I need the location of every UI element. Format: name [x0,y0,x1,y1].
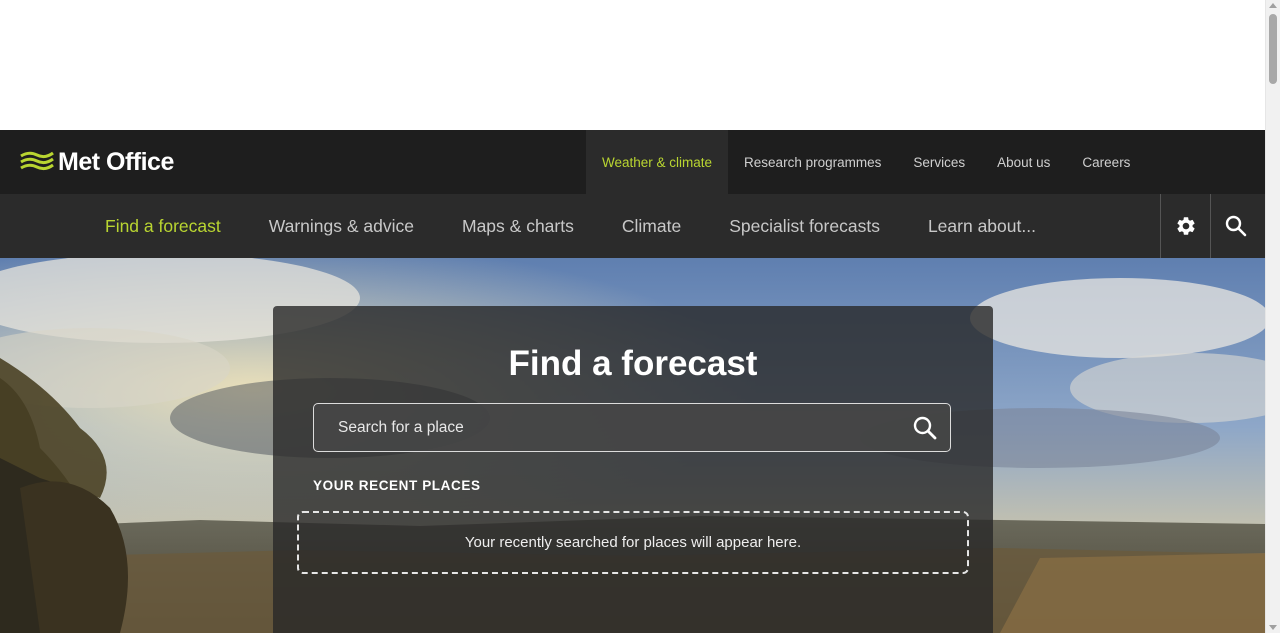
top-nav-weather-climate[interactable]: Weather & climate [586,130,729,194]
main-nav-warnings-advice[interactable]: Warnings & advice [245,194,438,258]
recent-places-heading: YOUR RECENT PLACES [313,478,481,493]
logo-text: Met Office [58,147,174,176]
page-scrollbar[interactable] [1265,0,1280,633]
search-placeholder: Search for a place [338,419,464,436]
main-nav-learn-about[interactable]: Learn about... [904,194,1060,258]
scroll-up-arrow-icon[interactable] [1269,3,1277,8]
scroll-down-arrow-icon[interactable] [1269,625,1277,630]
recent-places-empty-message: Your recently searched for places will a… [464,534,802,551]
main-nav: Find a forecast Warnings & advice Maps &… [0,194,1265,258]
top-header: Met Office Weather & climate Research pr… [0,130,1265,194]
recent-places-box: Your recently searched for places will a… [297,511,969,574]
main-nav-find-a-forecast[interactable]: Find a forecast [81,194,245,258]
place-search-input[interactable]: Search for a place [313,403,951,452]
main-nav-items: Find a forecast Warnings & advice Maps &… [81,194,1060,258]
logo-waves-icon [20,151,54,171]
scrollbar-thumb[interactable] [1269,14,1277,84]
search-button[interactable] [1210,194,1261,258]
search-icon [1225,215,1247,237]
top-nav-research-programmes[interactable]: Research programmes [728,130,897,194]
forecast-panel: Find a forecast Search for a place YOUR … [273,306,993,633]
search-icon[interactable] [912,415,938,441]
forecast-title: Find a forecast [508,344,758,383]
ad-space [0,0,1265,130]
main-nav-specialist-forecasts[interactable]: Specialist forecasts [705,194,904,258]
page: Met Office Weather & climate Research pr… [0,0,1280,633]
main-nav-maps-charts[interactable]: Maps & charts [438,194,598,258]
top-nav-careers[interactable]: Careers [1066,130,1146,194]
gear-icon [1177,217,1195,235]
top-nav-about-us[interactable]: About us [981,130,1066,194]
top-nav: Weather & climate Research programmes Se… [586,130,1146,194]
met-office-logo[interactable]: Met Office [20,148,174,176]
top-nav-services[interactable]: Services [897,130,981,194]
main-nav-climate[interactable]: Climate [598,194,705,258]
settings-button[interactable] [1160,194,1211,258]
